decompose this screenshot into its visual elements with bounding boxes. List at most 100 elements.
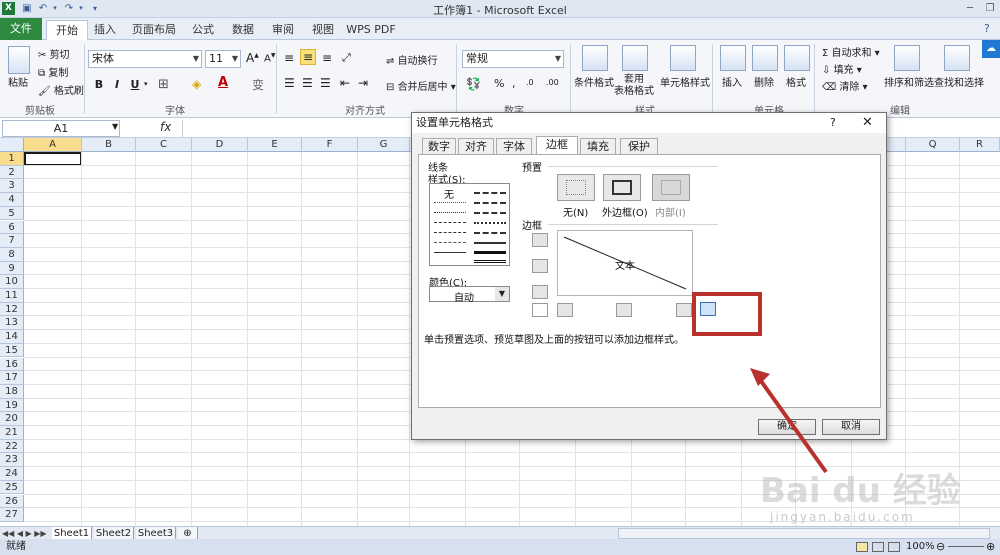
border-bottom-button[interactable] [532,285,548,299]
line-style-option[interactable] [474,251,506,254]
zoom-slider[interactable] [948,546,984,547]
delete-cells-icon[interactable] [752,45,778,71]
line-style-option[interactable] [434,212,466,213]
row-header[interactable]: 16 [0,357,24,372]
wrap-text-button[interactable]: ⇌ 自动换行 [386,52,438,67]
row-header[interactable]: 11 [0,289,24,303]
line-style-option[interactable] [434,232,466,233]
tab-fill[interactable]: 填充 [580,138,616,154]
align-center-icon[interactable]: ☰ [302,76,313,90]
tab-protection[interactable]: 保护 [620,138,658,154]
zoom-level[interactable]: 100% [906,539,935,555]
name-box-dropdown-icon[interactable]: ▼ [112,122,118,131]
zoom-in-icon[interactable]: ⊕ [986,539,995,555]
column-header[interactable]: Q [906,138,960,152]
tab-formulas[interactable]: 公式 [186,20,220,40]
column-header[interactable]: F [302,138,358,152]
copy-button[interactable]: ⧉ 复制 [38,64,68,79]
format-table-button[interactable]: 套用 表格格式 [614,74,654,98]
page-layout-view-icon[interactable] [872,542,884,552]
line-style-option[interactable] [474,242,506,244]
border-icon[interactable]: ⊞ [158,77,169,92]
border-preview[interactable]: 文本 [557,230,693,296]
insert-cells-button[interactable]: 插入 [722,74,742,89]
row-header[interactable]: 7 [0,234,24,248]
find-select-button[interactable]: 查找和选择 [934,74,984,89]
align-top-icon[interactable]: ≡ [284,51,294,65]
tab-wps-pdf[interactable]: WPS PDF [344,20,398,40]
currency-icon[interactable]: 💱 [466,77,481,91]
tab-data[interactable]: 数据 [226,20,260,40]
normal-view-icon[interactable] [856,542,868,552]
row-header[interactable]: 21 [0,426,24,440]
align-middle-icon[interactable]: ≡ [300,49,317,65]
paste-button[interactable]: 粘贴 [8,74,28,89]
cell-styles-icon[interactable] [670,45,696,71]
row-header[interactable]: 25 [0,480,24,495]
border-middle-h-button[interactable] [532,259,548,273]
decrease-font-icon[interactable]: A▼ [264,52,275,64]
line-style-option[interactable] [474,232,506,234]
fill-color-icon[interactable]: ◈ [192,77,201,91]
row-header[interactable]: 18 [0,384,24,399]
column-header[interactable]: D [192,138,248,152]
row-header[interactable]: 8 [0,247,24,262]
tab-file[interactable]: 文件 [0,18,42,40]
line-style-option[interactable] [474,260,506,263]
row-header[interactable]: 6 [0,220,24,235]
row-header[interactable]: 14 [0,330,24,344]
increase-decimal-icon[interactable]: .0 [526,78,534,87]
indent-icon[interactable]: ⇤ [340,76,350,90]
tab-alignment[interactable]: 对齐 [458,138,494,154]
format-painter-button[interactable]: 🖌 格式刷 [38,82,84,97]
orientation-icon[interactable]: ⤢ [342,51,351,65]
row-header[interactable]: 4 [0,193,24,207]
number-format-select[interactable]: 常规 ▼ [462,50,564,68]
sort-filter-button[interactable]: 排序和筛选 [884,74,934,89]
row-header[interactable]: 26 [0,494,24,509]
row-header[interactable]: 22 [0,439,24,454]
row-header[interactable]: 23 [0,453,24,468]
tab-border[interactable]: 边框 [536,136,578,155]
tab-home[interactable]: 开始 [46,20,88,40]
font-name-select[interactable]: 宋体 ▼ [88,50,202,68]
line-style-option[interactable] [434,252,466,253]
ribbon-help-icon[interactable]: ? [984,22,990,35]
row-header[interactable]: 13 [0,316,24,331]
row-header[interactable]: 15 [0,343,24,358]
preset-none-button[interactable] [557,174,595,201]
row-header[interactable]: 10 [0,275,24,289]
select-all-corner[interactable] [0,138,24,152]
column-header[interactable]: G [358,138,410,152]
dialog-help-button[interactable]: ? [830,116,836,129]
row-header[interactable]: 24 [0,467,24,481]
insert-cells-icon[interactable] [720,45,746,71]
underline-button[interactable]: U [126,76,144,94]
row-header[interactable]: 12 [0,302,24,317]
tab-font[interactable]: 字体 [496,138,532,154]
line-style-option[interactable] [474,202,506,204]
row-header[interactable]: 17 [0,371,24,385]
font-size-select[interactable]: 11 ▼ [205,50,241,68]
column-header[interactable]: E [248,138,302,152]
row-header[interactable]: 19 [0,398,24,413]
autosum-button[interactable]: Σ 自动求和 ▾ [822,44,880,59]
border-top-button[interactable] [532,233,548,247]
bold-button[interactable]: B [90,76,108,94]
clear-button[interactable]: ⌫ 清除 ▾ [822,78,868,93]
tab-insert[interactable]: 插入 [88,20,122,40]
find-select-icon[interactable] [944,45,970,71]
conditional-format-button[interactable]: 条件格式 [574,74,614,89]
merge-center-button[interactable]: ⊟ 合并后居中 ▾ [386,78,456,93]
format-cells-icon[interactable] [784,45,810,71]
paste-icon[interactable] [8,46,30,74]
border-diag-up-button[interactable] [532,303,548,317]
comma-icon[interactable]: , [512,77,516,90]
column-header[interactable]: B [82,138,136,152]
cut-button[interactable]: ✂ 剪切 [38,46,70,61]
row-header[interactable]: 3 [0,179,24,194]
font-color-icon[interactable]: A [218,75,228,90]
fill-button[interactable]: ⇩ 填充 ▾ [822,61,862,76]
format-cells-button[interactable]: 格式 [786,74,806,89]
sort-filter-icon[interactable] [894,45,920,71]
